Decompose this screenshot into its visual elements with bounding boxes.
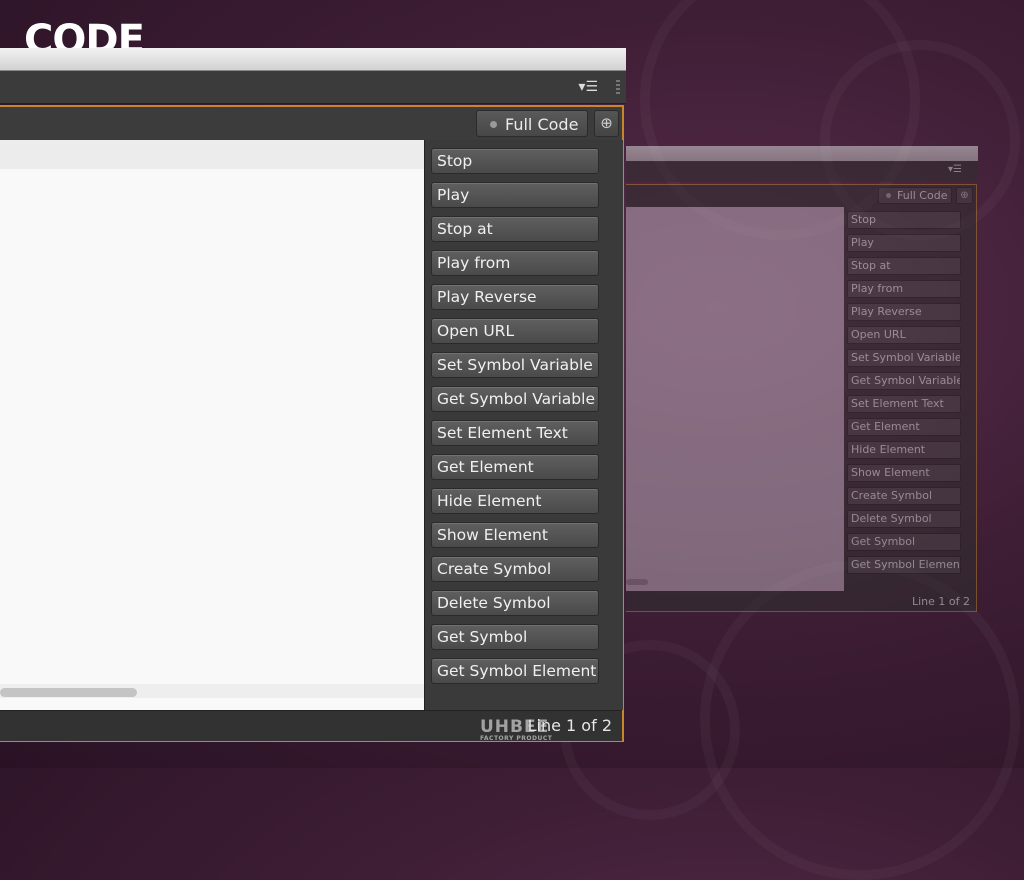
snippet-play-button[interactable]: Play — [431, 182, 599, 208]
status-bar: UHBEE FACTORY PRODUCT Line 1 of 2 — [0, 710, 622, 742]
ghost-snippet-item: Show Element — [847, 464, 961, 482]
snippet-get-symbol-button[interactable]: Get Symbol — [431, 624, 599, 650]
line-indicator: Line 1 of 2 — [527, 716, 612, 735]
panel-tabbar: ▾☰ — [0, 71, 626, 104]
snippet-get-element-button[interactable]: Get Element — [431, 454, 599, 480]
ghost-snippet-item: Create Symbol — [847, 487, 961, 505]
ghost-snippet-item: Get Element — [847, 418, 961, 436]
ghost-snippet-item: Set Symbol Variable — [847, 349, 961, 367]
snippet-get-symbol-element-button[interactable]: Get Symbol Element — [431, 658, 599, 684]
snippet-set-element-text-button[interactable]: Set Element Text — [431, 420, 599, 446]
page-heading: CODE — [24, 18, 144, 48]
pin-button[interactable]: ⊕ — [594, 110, 619, 137]
full-code-label: Full Code — [505, 115, 579, 134]
snippet-stop-at-button[interactable]: Stop at — [431, 216, 599, 242]
current-line-highlight — [0, 140, 424, 169]
ghost-full-code-button: Full Code — [878, 187, 952, 204]
snippet-get-symbol-variable-button[interactable]: Get Symbol Variable — [431, 386, 599, 412]
code-frame: Full Code ⊕ Stop Play Stop at Play from … — [0, 105, 624, 742]
ghost-radio-indicator-icon — [886, 193, 891, 198]
ghost-snippet-item: Stop — [847, 211, 961, 229]
pin-icon: ⊕ — [600, 114, 613, 132]
snippet-stop-button[interactable]: Stop — [431, 148, 599, 174]
ghost-full-code-label: Full Code — [897, 189, 948, 202]
snippet-play-from-button[interactable]: Play from — [431, 250, 599, 276]
ghost-snippet-item: Set Element Text — [847, 395, 961, 413]
ghost-panel-menu-icon: ▾☰ — [948, 164, 962, 175]
ghost-snippet-item: Get Symbol — [847, 533, 961, 551]
ghost-pin-icon: ⊕ — [956, 187, 973, 204]
full-code-button[interactable]: Full Code — [476, 110, 588, 137]
ghost-snippet-list: Stop Play Stop at Play from Play Reverse… — [844, 207, 976, 591]
ghost-snippet-item: Delete Symbol — [847, 510, 961, 528]
code-editor[interactable] — [0, 140, 424, 710]
ghost-snippet-item: Hide Element — [847, 441, 961, 459]
ghost-scrollbar-thumb — [626, 579, 648, 585]
snippet-create-symbol-button[interactable]: Create Symbol — [431, 556, 599, 582]
panel-menu-icon[interactable]: ▾☰ — [578, 79, 598, 95]
watermark-tagline: FACTORY PRODUCT — [480, 735, 553, 742]
ghost-code-panel: ▾☰ Full Code ⊕ Stop Play Stop at Play fr… — [626, 146, 978, 614]
ghost-status-bar: Line 1 of 2 — [626, 591, 976, 611]
panel-titlebar[interactable] — [0, 48, 626, 71]
ghost-code-frame: Full Code ⊕ Stop Play Stop at Play from … — [626, 184, 977, 612]
snippet-list: Stop Play Stop at Play from Play Reverse… — [424, 140, 623, 710]
radio-indicator-icon — [490, 121, 497, 128]
ghost-snippet-item: Stop at — [847, 257, 961, 275]
code-toolbar: Full Code ⊕ — [0, 107, 622, 140]
code-panel: ▾☰ Full Code ⊕ Stop Play Stop at Play fr… — [0, 48, 626, 742]
ghost-snippet-item: Play — [847, 234, 961, 252]
ghost-line-indicator: Line 1 of 2 — [911, 595, 970, 608]
ghost-snippet-item: Get Symbol Element — [847, 556, 961, 574]
grip-handle-icon[interactable] — [616, 80, 620, 96]
ghost-snippet-item: Play Reverse — [847, 303, 961, 321]
snippet-open-url-button[interactable]: Open URL — [431, 318, 599, 344]
ghost-snippet-item: Open URL — [847, 326, 961, 344]
ghost-snippet-item: Play from — [847, 280, 961, 298]
ghost-tabbar: ▾☰ — [626, 162, 978, 182]
snippet-hide-element-button[interactable]: Hide Element — [431, 488, 599, 514]
snippet-show-element-button[interactable]: Show Element — [431, 522, 599, 548]
snippet-set-symbol-variable-button[interactable]: Set Symbol Variable — [431, 352, 599, 378]
snippet-delete-symbol-button[interactable]: Delete Symbol — [431, 590, 599, 616]
ghost-code-editor — [626, 207, 844, 591]
snippet-play-reverse-button[interactable]: Play Reverse — [431, 284, 599, 310]
scrollbar-thumb[interactable] — [0, 688, 137, 697]
ghost-toolbar: Full Code ⊕ — [626, 185, 976, 207]
ghost-titlebar — [626, 146, 978, 161]
ghost-snippet-item: Get Symbol Variable — [847, 372, 961, 390]
